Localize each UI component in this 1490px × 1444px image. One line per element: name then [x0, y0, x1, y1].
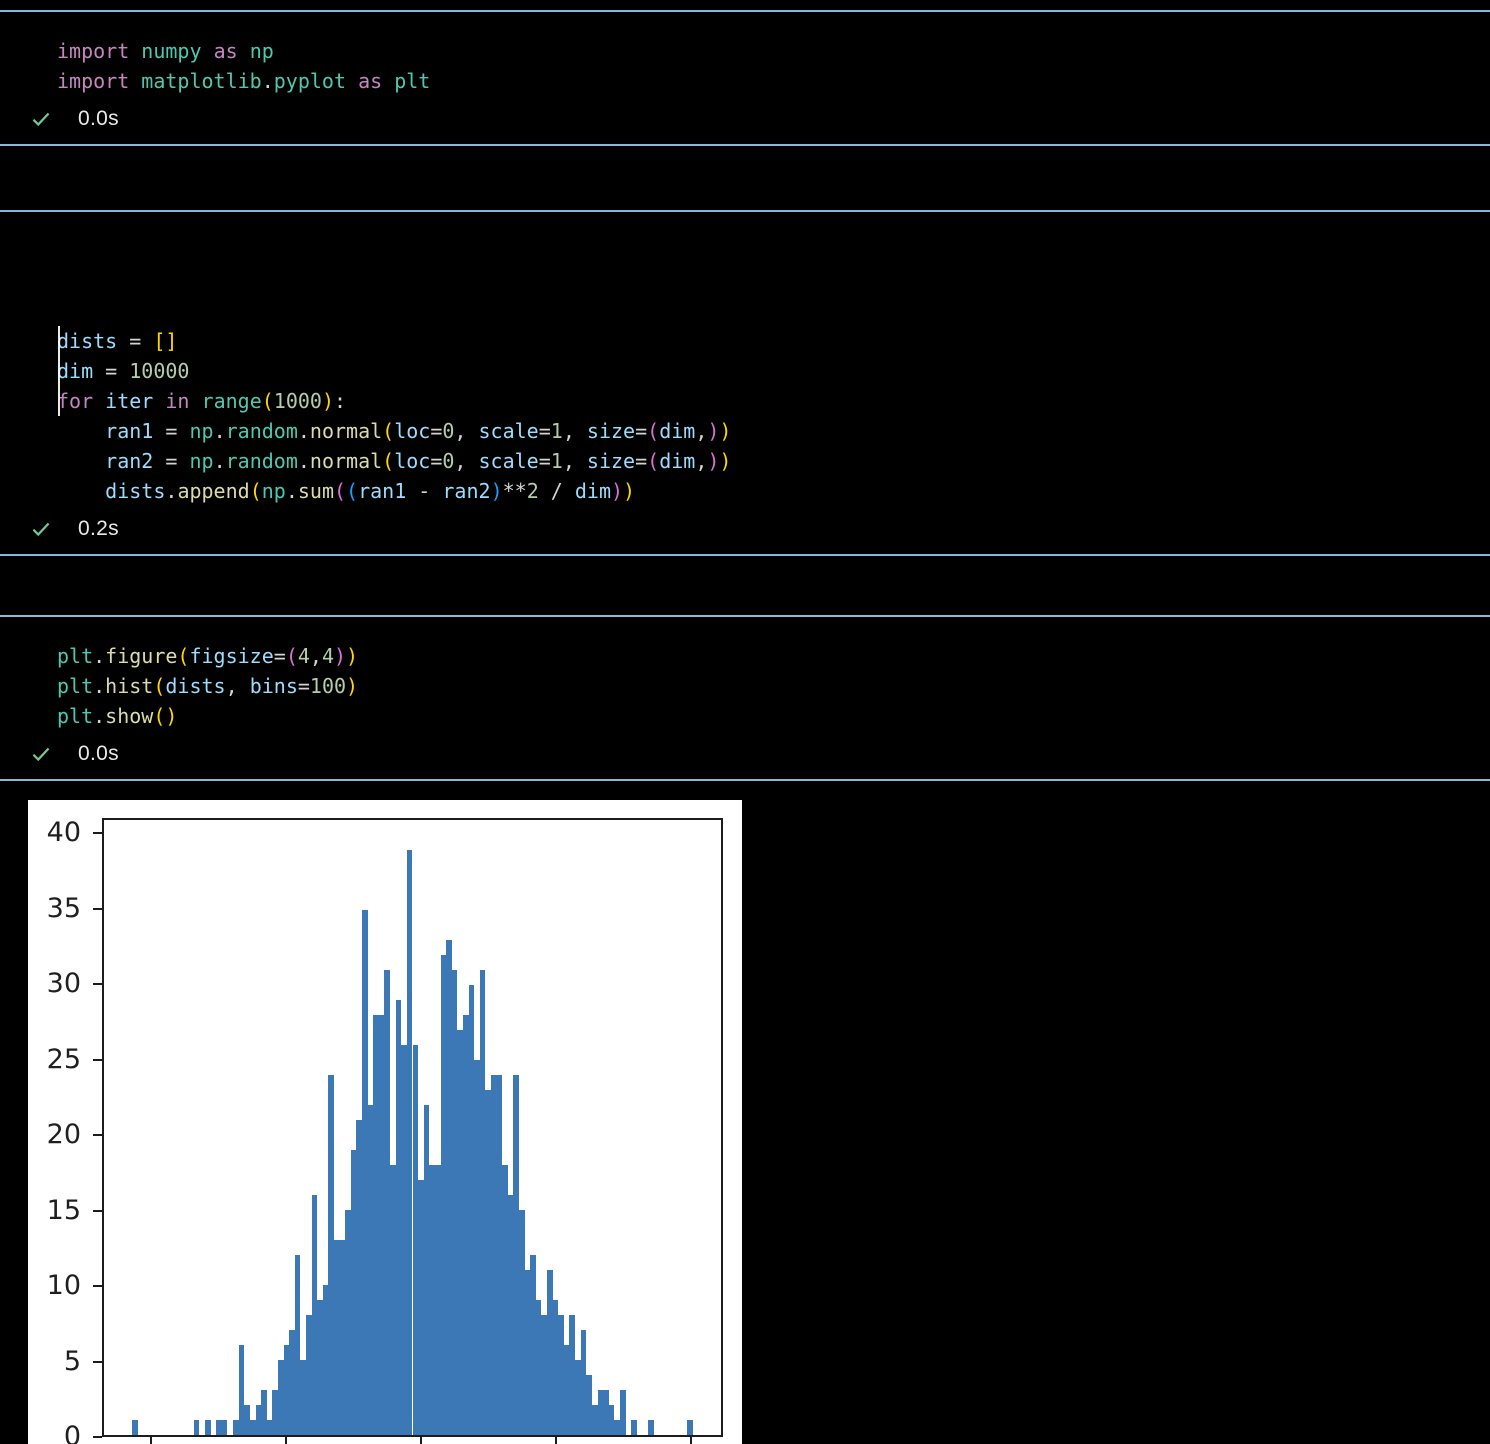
y-tick-label: 25 — [23, 1046, 81, 1073]
x-tick-mark — [690, 1437, 692, 1444]
code-editor-cell-1[interactable]: import numpy as npimport matplotlib.pypl… — [0, 36, 1490, 96]
histogram-output-figure: 05101520253035401.901.952.002.052.10 — [28, 800, 742, 1444]
execution-status-cell-1: 0.0s — [0, 104, 1490, 134]
histogram-bar — [648, 1420, 654, 1435]
execution-time: 0.0s — [78, 107, 119, 131]
histogram-bar — [205, 1420, 211, 1435]
code-line: ran1 = np.random.normal(loc=0, scale=1, … — [57, 416, 1490, 446]
x-tick-mark — [420, 1437, 422, 1444]
x-tick-mark — [285, 1437, 287, 1444]
success-check-icon — [30, 743, 52, 765]
code-line: import numpy as np — [57, 36, 1490, 66]
x-tick-mark — [150, 1437, 152, 1444]
success-check-icon — [30, 108, 52, 130]
histogram-bar — [631, 1420, 637, 1435]
histogram-bar — [222, 1420, 228, 1435]
execution-time: 0.0s — [78, 742, 119, 766]
output-gap — [0, 781, 1490, 800]
code-line: for iter in range(1000): — [57, 386, 1490, 416]
y-tick-mark — [93, 908, 102, 910]
success-check-icon — [30, 518, 52, 540]
y-tick-mark — [93, 832, 102, 834]
code-line: import matplotlib.pyplot as plt — [57, 66, 1490, 96]
code-line: plt.figure(figsize=(4,4)) — [57, 641, 1490, 671]
code-line: dists.append(np.sum((ran1 - ran2)**2 / d… — [57, 476, 1490, 506]
y-tick-label: 30 — [23, 970, 81, 997]
y-tick-label: 35 — [23, 895, 81, 922]
execution-time: 0.2s — [78, 517, 119, 541]
code-editor-cell-3[interactable]: plt.figure(figsize=(4,4))plt.hist(dists,… — [0, 641, 1490, 731]
notebook: import numpy as npimport matplotlib.pypl… — [0, 10, 1490, 1444]
histogram-bar — [132, 1420, 138, 1435]
y-tick-label: 0 — [23, 1423, 81, 1444]
code-line: dists = [] — [57, 326, 1490, 356]
y-tick-label: 10 — [23, 1272, 81, 1299]
notebook-cell-3[interactable]: plt.figure(figsize=(4,4))plt.hist(dists,… — [0, 615, 1490, 781]
histogram-bar — [687, 1420, 693, 1435]
cell-gap — [0, 556, 1490, 615]
histogram-bar — [620, 1390, 626, 1435]
y-tick-label: 40 — [23, 819, 81, 846]
cell-gap — [0, 146, 1490, 210]
y-tick-mark — [93, 1059, 102, 1061]
code-editor-cell-2[interactable]: dists = []dim = 10000for iter in range(1… — [0, 236, 1490, 506]
y-tick-mark — [93, 983, 102, 985]
code-line: plt.hist(dists, bins=100) — [57, 671, 1490, 701]
x-tick-mark — [555, 1437, 557, 1444]
notebook-cell-2[interactable]: dists = []dim = 10000for iter in range(1… — [0, 210, 1490, 556]
execution-status-cell-3: 0.0s — [0, 739, 1490, 769]
code-line: plt.show() — [57, 701, 1490, 731]
code-line: dim = 10000 — [57, 356, 1490, 386]
y-tick-label: 20 — [23, 1121, 81, 1148]
notebook-cell-1[interactable]: import numpy as npimport matplotlib.pypl… — [0, 10, 1490, 146]
y-tick-mark — [93, 1134, 102, 1136]
indent-guide — [58, 326, 60, 416]
y-tick-mark — [93, 1210, 102, 1212]
y-tick-mark — [93, 1436, 102, 1438]
y-tick-mark — [93, 1285, 102, 1287]
histogram-bars — [104, 820, 721, 1435]
histogram-bar — [194, 1420, 200, 1435]
execution-status-cell-2: 0.2s — [0, 514, 1490, 544]
code-line: ran2 = np.random.normal(loc=0, scale=1, … — [57, 446, 1490, 476]
y-tick-label: 5 — [23, 1348, 81, 1375]
plot-axes-box — [102, 818, 723, 1437]
y-tick-label: 15 — [23, 1197, 81, 1224]
y-tick-mark — [93, 1361, 102, 1363]
